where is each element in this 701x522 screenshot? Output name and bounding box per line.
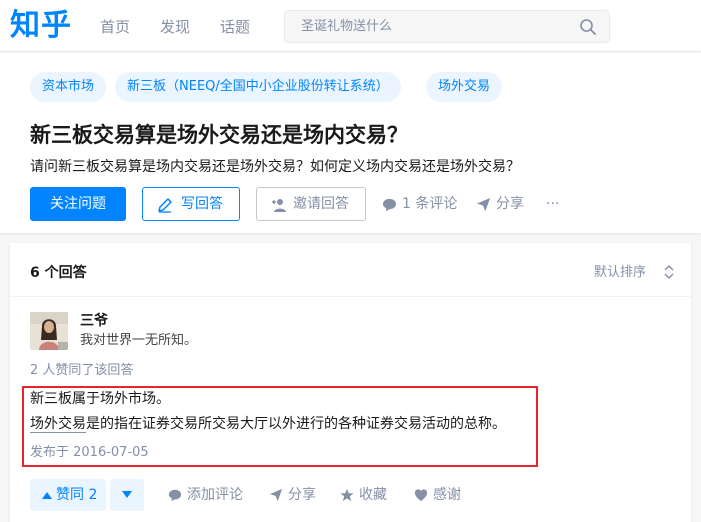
comment-icon xyxy=(382,198,397,212)
comments-label: 1 条评论 xyxy=(402,196,458,212)
search-input[interactable]: 圣诞礼物送什么 xyxy=(284,10,610,43)
comments-button[interactable]: 1 条评论 xyxy=(382,187,462,221)
answer-count: 6 个回答 xyxy=(30,265,87,281)
more-options-button[interactable]: ··· xyxy=(546,187,566,221)
search-icon[interactable] xyxy=(579,18,597,36)
write-answer-button[interactable]: 写回答 xyxy=(142,187,240,221)
answer-text-line2-rest: 是的指在证券交易所交易大厅以外进行的各种证券交易活动的总称。 xyxy=(86,416,506,432)
thanks-button[interactable]: 感谢 xyxy=(414,479,466,511)
publish-date[interactable]: 发布于 2016-07-05 xyxy=(30,444,149,462)
answer-text-line2: 场外交易是的指在证券交易所交易大厅以外进行的各种证券交易活动的总称。 xyxy=(30,413,506,435)
divider xyxy=(10,296,691,297)
topic-tag-otc[interactable]: 场外交易 xyxy=(426,72,503,102)
answers-card: 6 个回答 默认排序 三爷 我对世界一无所知。 2 人赞同了该回答 新三板属于场… xyxy=(10,243,691,522)
heart-icon xyxy=(414,489,428,502)
downvote-button[interactable] xyxy=(110,479,144,511)
add-user-icon xyxy=(272,199,286,212)
share-icon xyxy=(476,197,491,212)
comment-icon xyxy=(168,489,182,502)
nav-home[interactable]: 首页 xyxy=(100,17,130,37)
avatar-image xyxy=(30,312,68,350)
sort-toggle-icon[interactable] xyxy=(664,264,674,280)
write-answer-label: 写回答 xyxy=(181,196,223,212)
search-placeholder: 圣诞礼物送什么 xyxy=(301,19,393,34)
share-label: 分享 xyxy=(496,196,524,212)
share-button[interactable]: 分享 xyxy=(476,187,528,221)
answer-share-button[interactable]: 分享 xyxy=(269,479,321,511)
collect-button[interactable]: 收藏 xyxy=(340,479,392,511)
sort-dropdown[interactable]: 默认排序 xyxy=(594,263,646,283)
follow-question-button[interactable]: 关注问题 xyxy=(30,187,126,221)
nav-topics[interactable]: 话题 xyxy=(220,17,250,37)
avatar[interactable] xyxy=(30,312,68,350)
question-header: 资本市场 新三板（NEEQ/全国中小企业股份转让系统） 场外交易 新三板交易算是… xyxy=(0,53,701,233)
upvote-label: 赞同 2 xyxy=(56,487,98,503)
invite-answer-label: 邀请回答 xyxy=(293,196,349,212)
caret-down-icon xyxy=(122,491,132,498)
collect-label: 收藏 xyxy=(359,487,387,503)
thanks-label: 感谢 xyxy=(433,487,461,503)
more-icon: ··· xyxy=(546,196,560,212)
invite-answer-button[interactable]: 邀请回答 xyxy=(256,187,366,221)
question-title: 新三板交易算是场外交易还是场内交易？ xyxy=(30,123,408,147)
add-comment-label: 添加评论 xyxy=(187,487,243,503)
topic-tag-neeq[interactable]: 新三板（NEEQ/全国中小企业股份转让系统） xyxy=(115,72,401,102)
author-bio: 我对世界一无所知。 xyxy=(80,333,198,348)
upvote-info: 2 人赞同了该回答 xyxy=(30,363,134,378)
share-icon xyxy=(269,488,283,502)
caret-up-icon xyxy=(42,492,52,499)
zhihu-logo[interactable]: 知乎 xyxy=(10,8,72,44)
star-icon xyxy=(340,488,354,502)
add-comment-button[interactable]: 添加评论 xyxy=(168,479,248,511)
question-detail: 请问新三板交易算是场内交易还是场外交易？如何定义场内交易还是场外交易？ xyxy=(30,159,520,175)
otc-trading-link[interactable]: 场外交易 xyxy=(30,416,86,433)
answer-share-label: 分享 xyxy=(288,487,316,503)
topic-tag-capital-market[interactable]: 资本市场 xyxy=(30,72,107,102)
author-name[interactable]: 三爷 xyxy=(80,311,108,331)
answer-text-line1: 新三板属于场外市场。 xyxy=(30,391,170,407)
nav-explore[interactable]: 发现 xyxy=(160,17,190,37)
upvote-button[interactable]: 赞同 2 xyxy=(30,479,106,511)
pencil-icon xyxy=(158,198,172,213)
top-navbar: 知乎 首页 发现 话题 圣诞礼物送什么 xyxy=(0,0,701,52)
